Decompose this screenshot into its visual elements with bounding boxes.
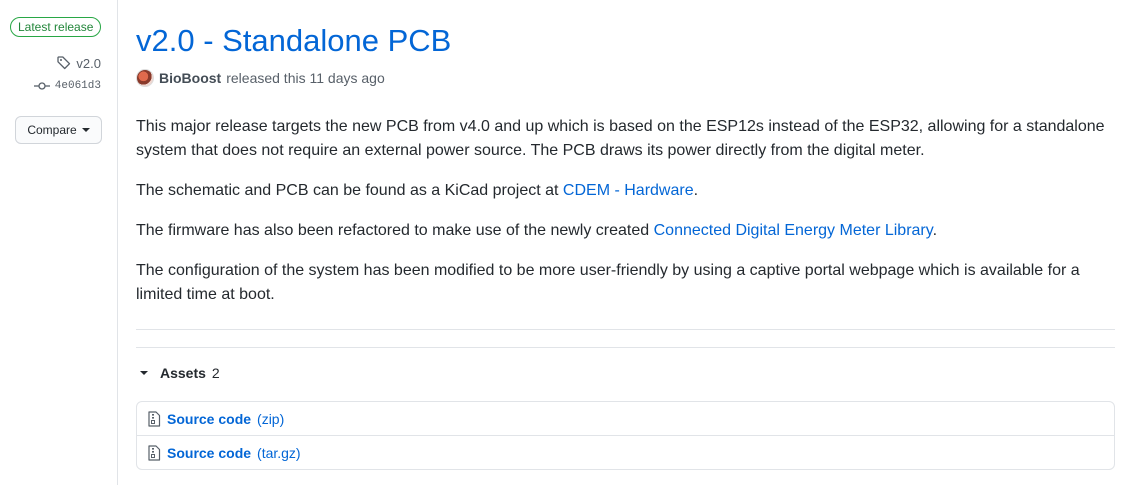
paragraph-text: The firmware has also been refactored to… <box>136 222 654 239</box>
release-paragraph: The schematic and PCB can be found as a … <box>136 179 1115 203</box>
compare-label: Compare <box>27 123 77 137</box>
author-link[interactable]: BioBoost <box>159 70 221 86</box>
assets-count: 2 <box>211 365 220 381</box>
file-zip-icon <box>147 410 161 427</box>
asset-format[interactable]: (zip) <box>257 411 284 427</box>
file-zip-icon <box>147 444 161 461</box>
git-commit-icon <box>33 81 50 91</box>
asset-name[interactable]: Source code <box>167 411 251 427</box>
compare-button[interactable]: Compare <box>15 116 102 144</box>
release-paragraph: The firmware has also been refactored to… <box>136 219 1115 243</box>
divider <box>136 347 1115 348</box>
caret-down-icon <box>140 371 148 375</box>
tag-label: v2.0 <box>76 55 101 71</box>
commit-sha: 4e061d3 <box>54 80 101 92</box>
asset-format[interactable]: (tar.gz) <box>257 445 301 461</box>
release-notes: This major release targets the new PCB f… <box>136 115 1115 323</box>
library-link[interactable]: Connected Digital Energy Meter Library <box>654 222 933 239</box>
release-paragraph: This major release targets the new PCB f… <box>136 118 1105 159</box>
divider <box>136 329 1115 330</box>
commit-link[interactable]: 4e061d3 <box>33 80 101 92</box>
author-avatar[interactable] <box>136 69 154 87</box>
release-paragraph: The configuration of the system has been… <box>136 262 1080 303</box>
paragraph-text: . <box>932 222 938 239</box>
assets-label: Assets <box>160 365 206 381</box>
caret-down-icon <box>81 128 90 132</box>
asset-list: Source code (zip) Source code (tar.gz) <box>136 401 1115 470</box>
asset-row-targz[interactable]: Source code (tar.gz) <box>137 435 1114 469</box>
release-byline: BioBoost released this 11 days ago <box>136 69 385 87</box>
tag-link[interactable]: v2.0 <box>56 55 101 71</box>
cdem-hardware-link[interactable]: CDEM - Hardware <box>563 182 694 199</box>
tag-icon <box>56 55 72 71</box>
assets-toggle[interactable]: Assets 2 <box>140 365 220 381</box>
paragraph-text: . <box>693 182 699 199</box>
asset-row-zip[interactable]: Source code (zip) <box>137 402 1114 435</box>
release-sidebar: Latest release v2.0 4e061d3 Compare <box>0 0 118 485</box>
released-text: released this 11 days ago <box>226 70 385 86</box>
release-title[interactable]: v2.0 - Standalone PCB <box>136 21 451 61</box>
asset-name[interactable]: Source code <box>167 445 251 461</box>
paragraph-text: The schematic and PCB can be found as a … <box>136 182 563 199</box>
latest-release-badge: Latest release <box>10 17 102 37</box>
